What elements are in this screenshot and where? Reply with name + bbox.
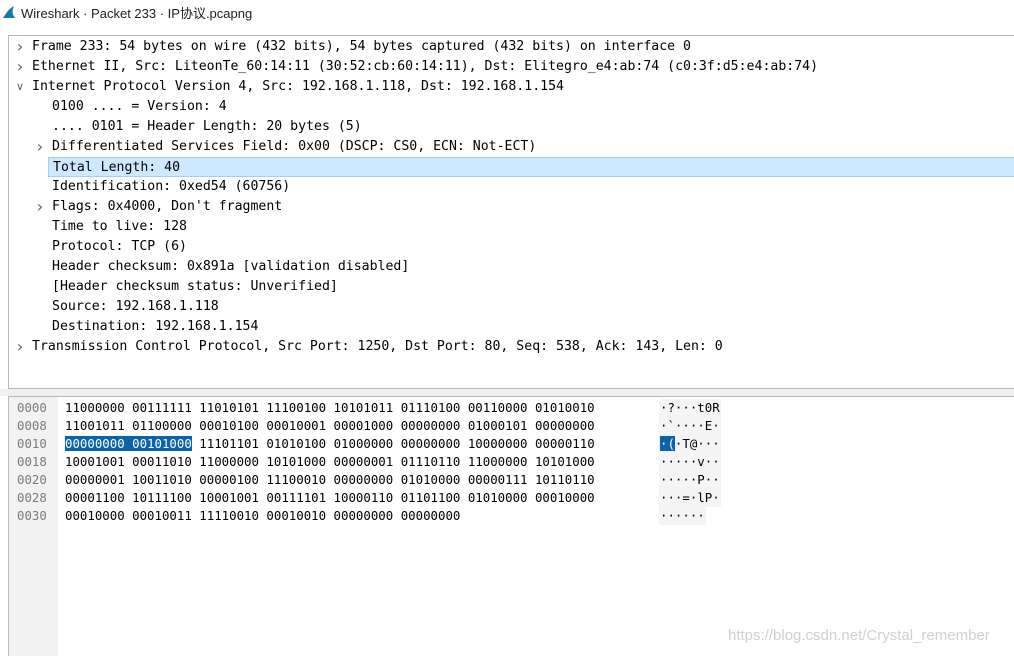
byte-bits-text: 10001001 00011010 11000000 10101000 0000… bbox=[65, 454, 595, 469]
tree-row-label: Frame 233: 54 bytes on wire (432 bits), … bbox=[32, 39, 691, 54]
byte-ascii-text: ···=·lP· bbox=[660, 490, 720, 505]
byte-ascii[interactable]: ·····P·· bbox=[659, 471, 721, 489]
byte-ascii[interactable]: ·(·T@··· bbox=[659, 435, 721, 453]
byte-bits[interactable]: 11000000 00111111 11010101 11100100 1010… bbox=[65, 399, 595, 417]
tree-row[interactable]: Source: 192.168.1.118 bbox=[9, 297, 1014, 317]
byte-bits[interactable]: 00000001 10011010 00000100 11100010 0000… bbox=[65, 471, 595, 489]
tree-row-label: Total Length: 40 bbox=[53, 160, 181, 175]
tree-row-label: Ethernet II, Src: LiteonTe_60:14:11 (30:… bbox=[32, 59, 819, 74]
tree-row[interactable]: Protocol: TCP (6) bbox=[9, 237, 1014, 257]
wireshark-fin-icon bbox=[3, 6, 15, 18]
tree-row-label: Transmission Control Protocol, Src Port:… bbox=[32, 339, 723, 354]
byte-ascii[interactable]: ·?···t0R bbox=[659, 399, 721, 417]
byte-bits[interactable]: 11001011 01100000 00010100 00010001 0000… bbox=[65, 417, 595, 435]
byte-offset: 0030 bbox=[17, 508, 47, 523]
bytes-row[interactable]: 0010 00000000 00101000 11101101 01010100 … bbox=[9, 435, 1009, 453]
byte-ascii-text: ·`····E· bbox=[660, 418, 720, 433]
tree-row-label: Destination: 192.168.1.154 bbox=[52, 319, 259, 334]
byte-bits[interactable]: 00010000 00010011 11110010 00010010 0000… bbox=[65, 507, 460, 525]
tree-row[interactable]: Identification: 0xed54 (60756) bbox=[9, 177, 1014, 197]
tree-row-label: Flags: 0x4000, Don't fragment bbox=[52, 199, 283, 214]
tree-row[interactable]: Destination: 192.168.1.154 bbox=[9, 317, 1014, 337]
tree-row-label: Differentiated Services Field: 0x00 (DSC… bbox=[52, 139, 537, 154]
bytes-row[interactable]: 0000 11000000 00111111 11010101 11100100 … bbox=[9, 399, 1009, 417]
chevron-right-icon[interactable]: › bbox=[14, 37, 26, 57]
watermark: https://blog.csdn.net/Crystal_remember bbox=[728, 627, 990, 644]
byte-offset: 0018 bbox=[17, 454, 47, 469]
tree-row[interactable]: › Frame 233: 54 bytes on wire (432 bits),… bbox=[9, 37, 1014, 57]
tree-row-label: [Header checksum status: Unverified] bbox=[52, 279, 338, 294]
chevron-down-icon[interactable]: ∨ bbox=[14, 77, 26, 97]
byte-ascii[interactable]: ·····v·· bbox=[659, 453, 721, 471]
byte-bits-text: 11101101 01010100 01000000 00000000 1000… bbox=[191, 436, 595, 451]
chevron-right-icon[interactable]: › bbox=[34, 137, 46, 157]
window-title: Wireshark · Packet 233 · IP协议.pcapng bbox=[21, 5, 253, 21]
chevron-right-icon[interactable]: › bbox=[14, 57, 26, 77]
byte-bits-text: 00010000 00010011 11110010 00010010 0000… bbox=[65, 508, 461, 523]
byte-ascii-text: ······ bbox=[660, 508, 705, 523]
chevron-right-icon[interactable]: › bbox=[34, 197, 46, 217]
bytes-row[interactable]: 0030 00010000 00010011 11110010 00010010 … bbox=[9, 507, 1009, 525]
byte-bits-text: 00000001 10011010 00000100 11100010 0000… bbox=[65, 472, 595, 487]
tree-row[interactable]: .... 0101 = Header Length: 20 bytes (5) bbox=[9, 117, 1014, 137]
byte-offset: 0010 bbox=[17, 436, 47, 451]
byte-ascii[interactable]: ·`····E· bbox=[659, 417, 721, 435]
tree-row-label: 0100 .... = Version: 4 bbox=[52, 99, 227, 114]
byte-bits-text: 11000000 00111111 11010101 11100100 1010… bbox=[65, 400, 595, 415]
tree-row[interactable]: ∨ Internet Protocol Version 4, Src: 192.1… bbox=[9, 77, 1014, 97]
byte-offset: 0020 bbox=[17, 472, 47, 487]
title-bar: Wireshark · Packet 233 · IP协议.pcapng bbox=[0, 0, 1014, 24]
byte-offset: 0000 bbox=[17, 400, 47, 415]
byte-ascii-text: ·····v·· bbox=[660, 454, 720, 469]
tree-row-label: Source: 192.168.1.118 bbox=[52, 299, 219, 314]
byte-offset: 0028 bbox=[17, 490, 47, 505]
bytes-row[interactable]: 0028 00001100 10111100 10001001 00111101 … bbox=[9, 489, 1009, 507]
tree-row[interactable]: Total Length: 40 bbox=[48, 157, 1014, 177]
tree-row-label: .... 0101 = Header Length: 20 bytes (5) bbox=[52, 119, 362, 134]
packet-bytes-pane[interactable]: 0000 11000000 00111111 11010101 11100100 … bbox=[8, 396, 1014, 656]
bytes-row[interactable]: 0008 11001011 01100000 00010100 00010001 … bbox=[9, 417, 1009, 435]
byte-bits-text: 00001100 10111100 10001001 00111101 1000… bbox=[65, 490, 595, 505]
selected-ascii[interactable]: ·( bbox=[660, 436, 675, 451]
byte-ascii-text: ·?···t0R bbox=[660, 400, 720, 415]
byte-bits[interactable]: 10001001 00011010 11000000 10101000 0000… bbox=[65, 453, 595, 471]
bytes-row[interactable]: 0020 00000001 10011010 00000100 11100010 … bbox=[9, 471, 1009, 489]
byte-ascii[interactable]: ······ bbox=[659, 507, 706, 525]
selected-bytes[interactable]: 00000000 00101000 bbox=[65, 436, 192, 451]
packet-details-tree[interactable]: › Frame 233: 54 bytes on wire (432 bits),… bbox=[8, 35, 1014, 389]
byte-offset: 0008 bbox=[17, 418, 47, 433]
tree-row-label: Internet Protocol Version 4, Src: 192.16… bbox=[32, 79, 564, 94]
tree-row-label: Header checksum: 0x891a [validation disa… bbox=[52, 259, 410, 274]
pane-splitter[interactable] bbox=[0, 389, 1014, 396]
byte-bits[interactable]: 00000000 00101000 11101101 01010100 0100… bbox=[65, 435, 595, 453]
tree-row[interactable]: Time to live: 128 bbox=[9, 217, 1014, 237]
tree-row-label: Time to live: 128 bbox=[52, 219, 187, 234]
tree-row-label: Identification: 0xed54 (60756) bbox=[52, 179, 291, 194]
tree-row[interactable]: 0100 .... = Version: 4 bbox=[9, 97, 1014, 117]
tree-row-label: Protocol: TCP (6) bbox=[52, 239, 187, 254]
tree-row[interactable]: › Ethernet II, Src: LiteonTe_60:14:11 (30… bbox=[9, 57, 1014, 77]
byte-ascii-text: ·T@··· bbox=[674, 436, 720, 451]
byte-bits[interactable]: 00001100 10111100 10001001 00111101 1000… bbox=[65, 489, 595, 507]
tree-row[interactable]: [Header checksum status: Unverified] bbox=[9, 277, 1014, 297]
bytes-row[interactable]: 0018 10001001 00011010 11000000 10101000 … bbox=[9, 453, 1009, 471]
tree-row[interactable]: › Transmission Control Protocol, Src Port… bbox=[9, 337, 1014, 357]
chevron-right-icon[interactable]: › bbox=[14, 337, 26, 357]
tree-row[interactable]: Header checksum: 0x891a [validation disa… bbox=[9, 257, 1014, 277]
tree-row[interactable]: › Differentiated Services Field: 0x00 (DS… bbox=[9, 137, 1014, 157]
byte-bits-text: 11001011 01100000 00010100 00010001 0000… bbox=[65, 418, 595, 433]
tree-row[interactable]: › Flags: 0x4000, Don't fragment bbox=[9, 197, 1014, 217]
byte-ascii-text: ·····P·· bbox=[660, 472, 720, 487]
byte-ascii[interactable]: ···=·lP· bbox=[659, 489, 721, 507]
